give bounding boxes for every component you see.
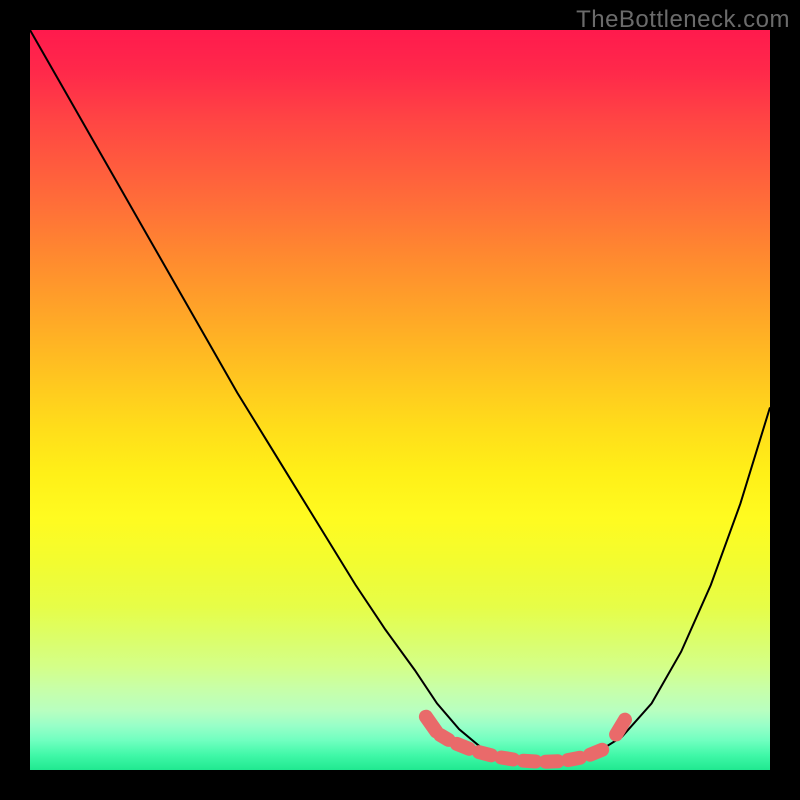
bottleneck-curve <box>30 30 770 763</box>
plot-area <box>30 30 770 770</box>
chart-stage: TheBottleneck.com <box>0 0 800 800</box>
trough-marker-segment <box>616 720 625 735</box>
trough-marker-segment <box>590 750 602 755</box>
trough-marker-segment <box>523 761 535 762</box>
curve-layer <box>30 30 770 770</box>
watermark-text: TheBottleneck.com <box>576 6 790 34</box>
trough-marker-segment <box>501 758 513 760</box>
trough-marker-segment <box>479 752 491 755</box>
trough-marker-segment <box>457 744 469 749</box>
trough-marker-segment <box>426 717 436 732</box>
trough-marker-segment <box>568 758 580 760</box>
trough-highlight-group <box>426 717 625 762</box>
